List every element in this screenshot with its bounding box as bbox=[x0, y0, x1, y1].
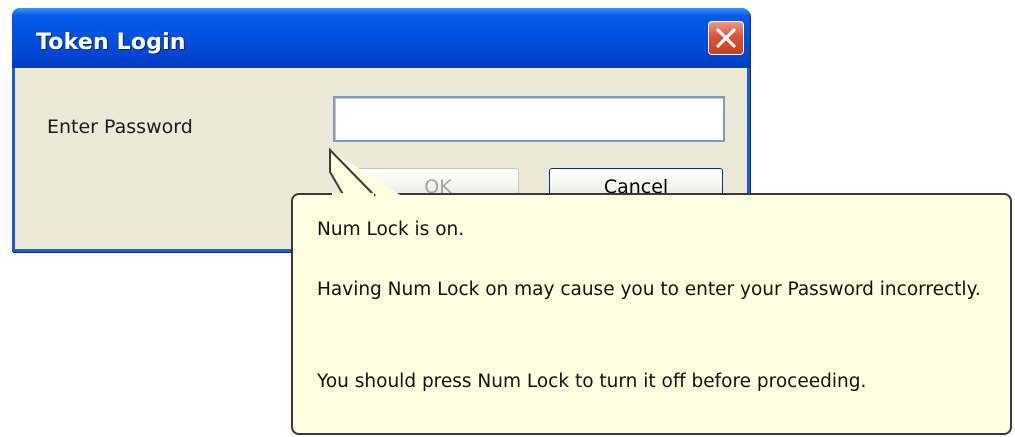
balloon-message: Having Num Lock on may cause you to ente… bbox=[317, 279, 981, 300]
screen: Token Login Enter Password OK Cancel Num… bbox=[0, 0, 1015, 437]
balloon-advice: You should press Num Lock to turn it off… bbox=[317, 371, 867, 392]
balloon-heading: Num Lock is on. bbox=[317, 219, 465, 240]
close-icon bbox=[716, 28, 736, 48]
close-button[interactable] bbox=[708, 21, 744, 55]
balloon-tail bbox=[329, 147, 400, 198]
